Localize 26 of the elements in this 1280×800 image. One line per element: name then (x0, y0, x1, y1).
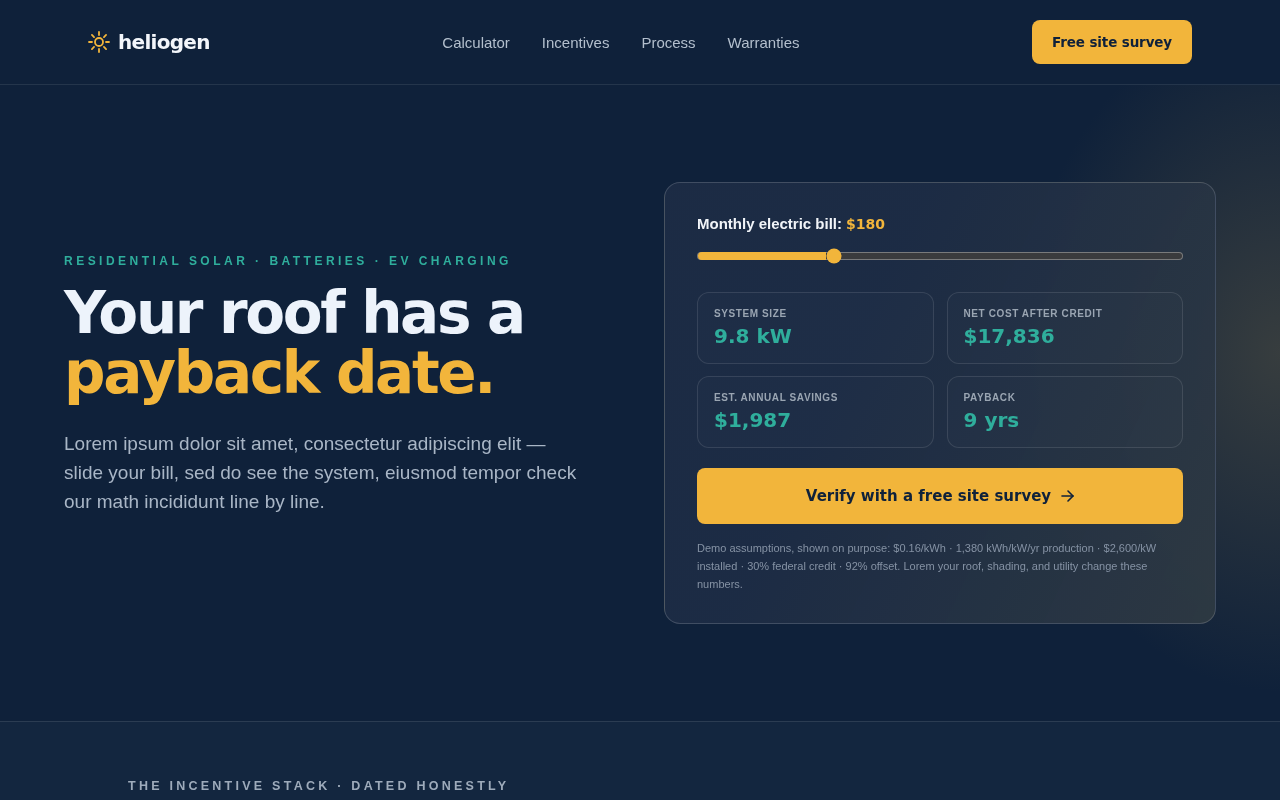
stat-value: 9 yrs (963, 407, 1021, 432)
nav-link[interactable]: Warranties (727, 34, 800, 50)
slider-label: Monthly electric bill: (697, 214, 843, 235)
stat-value: $17,836 (963, 323, 1056, 348)
brand-name: heliogen (118, 32, 210, 52)
slider-thumb[interactable] (826, 248, 841, 264)
hero-description: Lorem ipsum dolor sit amet, consectetur adipiscing elit — slide your bill, sed do see the system, eiusmod tempor check our math incididunt line by line. (64, 431, 578, 514)
stat-label: PAYBACK (963, 391, 1017, 404)
bill-slider-track[interactable] (697, 251, 1183, 260)
sun-icon (88, 31, 110, 53)
arrow-right-icon (1061, 489, 1075, 502)
verify-survey-button[interactable]: Verify with a free site survey (697, 467, 1183, 524)
nav-link[interactable]: Process (641, 34, 696, 50)
stat-label: EST. ANNUAL SAVINGS (714, 391, 839, 404)
stat-label: NET COST AFTER CREDIT (963, 307, 1104, 320)
nav-link[interactable]: Calculator (442, 34, 510, 50)
site-survey-button[interactable]: Free site survey (1032, 20, 1192, 64)
hero-eyebrow: RESIDENTIAL SOLAR · BATTERIES · EV CHARGING (64, 254, 513, 269)
stat-label: SYSTEM SIZE (714, 307, 788, 320)
hero-headline: Your roof has a payback date. (64, 282, 525, 403)
nav-link[interactable]: Incentives (541, 34, 610, 50)
section-eyebrow: THE INCENTIVE STACK · DATED HONESTLY (128, 779, 511, 794)
bill-amount: $180 (846, 215, 885, 235)
stat-value: 9.8 kW (714, 323, 793, 348)
assumptions-note: Demo assumptions, shown on purpose: $0.16/kWh · 1,380 kWh/kW/yr production · $2,600/kW installed · 30% federal credit · 92% offset. Lorem your roof, shading, and utility change these numbers. (697, 540, 1158, 592)
stat-value: $1,987 (714, 407, 793, 432)
